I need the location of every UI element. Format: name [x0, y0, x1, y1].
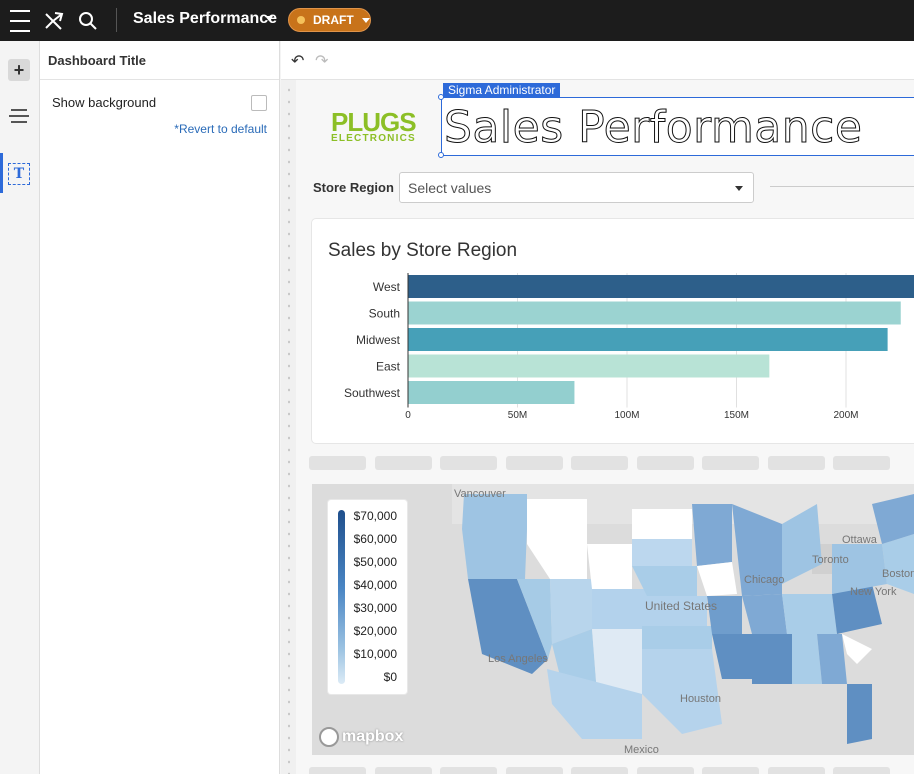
revert-to-default-link[interactable]: *Revert to default [174, 122, 267, 136]
placeholder-tab [309, 767, 366, 774]
properties-panel: Dashboard Title Show background *Revert … [40, 41, 280, 774]
legend-label: $20,000 [353, 624, 397, 638]
selected-by-badge: Sigma Administrator [443, 83, 561, 98]
placeholder-tab [702, 456, 759, 470]
divider-line [770, 186, 914, 187]
legend-label: $40,000 [353, 578, 397, 592]
map-place-label: Chicago [744, 574, 785, 586]
legend-label: $10,000 [353, 647, 397, 661]
category-label: West [373, 280, 401, 294]
mapbox-text: mapbox [342, 728, 404, 745]
left-rail: + T [0, 41, 40, 774]
draft-status-button[interactable]: DRAFT [288, 8, 371, 32]
placeholder-tab [767, 767, 825, 774]
category-label: Midwest [356, 333, 401, 347]
category-label: East [376, 360, 401, 374]
grid-dots [284, 84, 294, 774]
map-place-label: Mexico [624, 744, 659, 755]
draft-label: DRAFT [313, 13, 354, 27]
workbook-title[interactable]: Sales Performance [133, 10, 277, 28]
map-place-label: Houston [680, 693, 721, 705]
placeholder-tab [374, 767, 432, 774]
legend-label: $0 [383, 670, 397, 684]
legend-label: $60,000 [353, 532, 397, 546]
placeholder-row [309, 456, 914, 470]
menu-icon[interactable] [8, 0, 32, 41]
chevron-down-icon [735, 186, 743, 191]
show-background-label: Show background [52, 95, 157, 110]
placeholder-tab [636, 456, 694, 470]
map-place-label: Vancouver [454, 488, 506, 500]
x-tick-label: 50M [508, 410, 527, 421]
undo-icon[interactable]: ↶ [291, 51, 304, 71]
bar-midwest[interactable] [408, 328, 888, 351]
placeholder-row [309, 767, 914, 774]
toolbar-divider [116, 8, 117, 32]
placeholder-tab [309, 456, 366, 470]
chevron-down-icon[interactable] [265, 16, 273, 21]
status-dot-icon [297, 16, 305, 24]
map-place-label: Los Angeles [488, 653, 548, 665]
store-region-select[interactable]: Select values [399, 172, 754, 203]
edit-toolbar: ↶ ↷ [281, 41, 914, 80]
x-tick-label: 200M [833, 410, 858, 421]
placeholder-tab [767, 456, 825, 470]
placeholder-tab [374, 456, 432, 470]
legend-color-scale [338, 510, 345, 684]
placeholder-tab [440, 767, 497, 774]
placeholder-tab [505, 767, 563, 774]
map-place-label: United States [645, 599, 718, 613]
placeholder-tab [571, 456, 628, 470]
placeholder-tab [833, 767, 890, 774]
placeholder-tab [636, 767, 694, 774]
add-element-button[interactable]: + [8, 59, 30, 81]
layers-icon[interactable] [8, 105, 30, 127]
bar-chart[interactable]: 0 50M 100M 150M 200M West South Midwest East Sout… [312, 219, 914, 443]
mapbox-attribution[interactable]: mapbox [319, 727, 403, 747]
panel-heading: Dashboard Title [40, 41, 279, 80]
search-icon[interactable] [77, 0, 99, 41]
map-place-label: Toronto [812, 554, 849, 566]
plugs-logo: PLUGS ELECTRONICS [331, 107, 417, 144]
show-background-checkbox[interactable] [251, 95, 267, 111]
sigma-logo-icon[interactable] [42, 0, 66, 41]
bar-south[interactable] [408, 301, 901, 325]
bar-southwest[interactable] [408, 381, 575, 404]
category-label: Southwest [344, 386, 401, 400]
x-tick-label: 150M [724, 410, 749, 421]
map-place-label: Boston [882, 568, 914, 580]
bar-east[interactable] [408, 354, 770, 378]
bar-west[interactable] [408, 275, 914, 298]
legend-label: $50,000 [353, 555, 397, 569]
select-placeholder: Select values [408, 180, 492, 196]
x-tick-label: 100M [614, 410, 639, 421]
placeholder-tab [505, 456, 563, 470]
text-element-icon[interactable]: T [8, 163, 30, 185]
mapbox-logo-icon [319, 727, 339, 747]
active-indicator [0, 153, 3, 193]
placeholder-tab [571, 767, 628, 774]
placeholder-tab [440, 456, 497, 470]
placeholder-tab [833, 456, 890, 470]
legend-label: $70,000 [353, 509, 397, 523]
redo-icon[interactable]: ↷ [315, 51, 328, 71]
map-place-label: Ottawa [842, 534, 877, 546]
top-bar: Sales Performance DRAFT [0, 0, 914, 41]
map-place-label: New York [850, 586, 897, 598]
x-tick-label: 0 [405, 410, 411, 421]
resize-handle[interactable] [438, 94, 444, 100]
chevron-down-icon [361, 17, 370, 23]
store-region-label: Store Region [313, 180, 394, 195]
map-legend: $70,000 $60,000 $50,000 $40,000 $30,000 … [328, 500, 407, 694]
resize-handle[interactable] [438, 152, 444, 158]
legend-label: $30,000 [353, 601, 397, 615]
dashboard-title[interactable]: Sales Performance [443, 102, 862, 154]
category-label: South [369, 307, 400, 321]
placeholder-tab [702, 767, 759, 774]
